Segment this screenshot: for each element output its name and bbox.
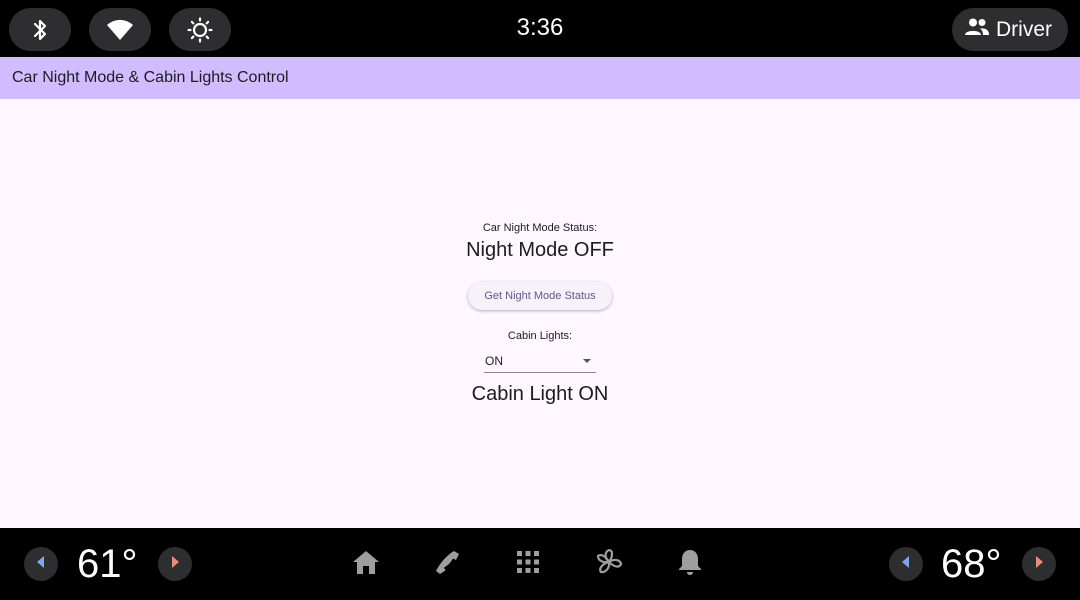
- apps-grid-icon: [516, 550, 540, 579]
- cabin-lights-label: Cabin Lights:: [507, 330, 573, 342]
- arrow-right-icon: [1034, 555, 1044, 573]
- phone-button[interactable]: [431, 548, 463, 580]
- arrow-left-icon: [901, 555, 911, 573]
- right-temp-increase-button[interactable]: [1022, 547, 1056, 581]
- night-mode-status: Night Mode OFF: [466, 239, 614, 261]
- left-temp-decrease-button[interactable]: [24, 547, 58, 581]
- right-temp-decrease-button[interactable]: [889, 547, 923, 581]
- notifications-icon: [678, 548, 702, 581]
- clock: 3:36: [516, 14, 564, 41]
- fan-button[interactable]: [593, 548, 625, 580]
- left-temp-increase-button[interactable]: [158, 547, 192, 581]
- brightness-icon: [187, 16, 213, 43]
- people-icon: [964, 17, 990, 42]
- cabin-light-status: Cabin Light ON: [471, 383, 609, 405]
- main-content: Car Night Mode Status: Night Mode OFF Ge…: [0, 99, 1080, 528]
- app-bar: Car Night Mode & Cabin Lights Control: [0, 57, 1080, 99]
- status-bar: 3:36 Driver: [0, 0, 1080, 57]
- arrow-right-icon: [170, 555, 180, 573]
- right-temperature: 68°: [941, 542, 1002, 586]
- phone-icon: [434, 549, 460, 580]
- wifi-toggle[interactable]: [89, 8, 151, 51]
- night-mode-label: Car Night Mode Status:: [482, 222, 598, 234]
- wifi-icon: [106, 19, 134, 41]
- bluetooth-icon: [29, 18, 51, 42]
- app-title: Car Night Mode & Cabin Lights Control: [12, 69, 289, 86]
- chevron-down-icon: [583, 358, 591, 363]
- arrow-left-icon: [36, 555, 46, 573]
- brightness-toggle[interactable]: [169, 8, 231, 51]
- nav-bar: 61° 68°: [0, 528, 1080, 600]
- fan-icon: [594, 547, 624, 582]
- bluetooth-toggle[interactable]: [9, 8, 71, 51]
- home-icon: [352, 549, 380, 580]
- cabin-lights-selected: ON: [485, 353, 503, 368]
- profile-label: Driver: [996, 17, 1052, 41]
- get-night-mode-status-button[interactable]: Get Night Mode Status: [468, 282, 612, 310]
- home-button[interactable]: [350, 548, 382, 580]
- profile-button[interactable]: Driver: [952, 8, 1068, 51]
- notifications-button[interactable]: [674, 548, 706, 580]
- left-temperature: 61°: [77, 542, 138, 586]
- apps-button[interactable]: [512, 548, 544, 580]
- cabin-lights-dropdown[interactable]: ON: [484, 349, 596, 373]
